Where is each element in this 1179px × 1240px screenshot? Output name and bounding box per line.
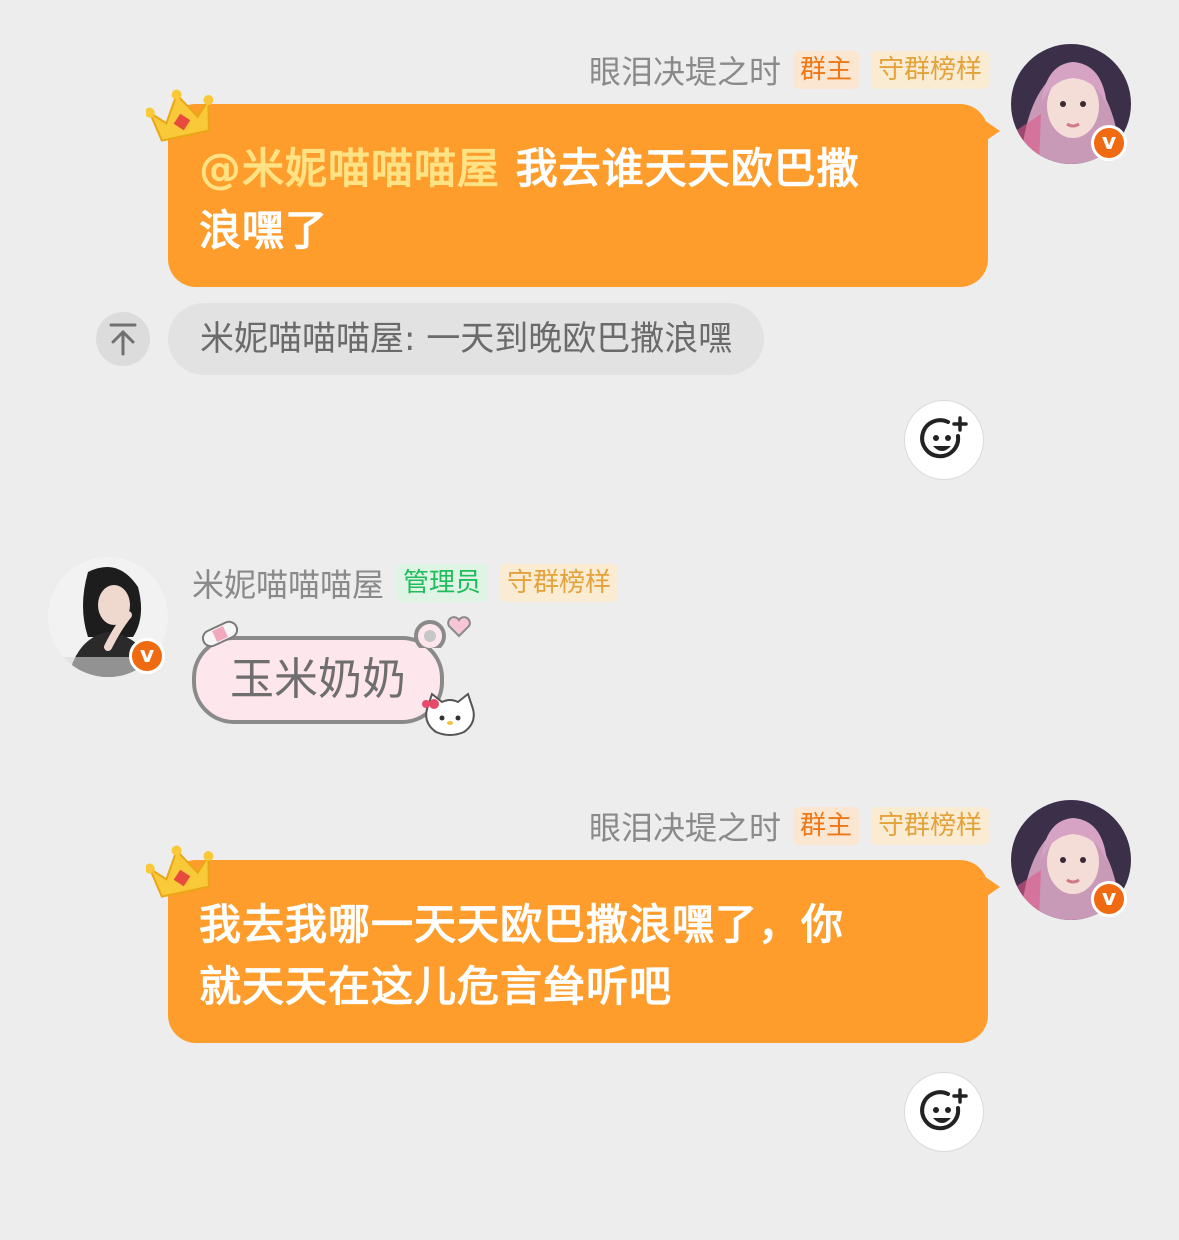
- add-reaction-button[interactable]: [904, 400, 984, 480]
- crown-icon: [146, 845, 214, 898]
- crown-icon: [146, 89, 214, 142]
- quote-text: 米妮喵喵喵屋: 一天到晚欧巴撒浪嘿: [200, 319, 733, 359]
- sender-name[interactable]: 眼泪决堤之时: [589, 47, 781, 93]
- verified-badge: v: [129, 638, 165, 674]
- quoted-message[interactable]: 米妮喵喵喵屋: 一天到晚欧巴撒浪嘿: [168, 303, 765, 375]
- message-text: 我去谁天天欧巴撒: [515, 144, 860, 193]
- guard-badge: 守群榜样: [870, 51, 989, 89]
- add-reaction-button[interactable]: [904, 1072, 984, 1152]
- message-text: 我去我哪一天天欧巴撒浪嘿了，你: [199, 900, 845, 949]
- sender-line: 米妮喵喵喵屋 管理员 守群榜样: [192, 560, 619, 606]
- add-emoji-icon: [920, 1088, 968, 1131]
- owner-badge: 群主: [792, 807, 859, 845]
- sender-line: 眼泪决堤之时 群主 守群榜样: [589, 47, 989, 93]
- message-bubble[interactable]: @米妮喵喵喵屋 我去谁天天欧巴撒 浪嘿了: [168, 104, 1000, 287]
- message-text: 就天天在这儿危言耸听吧: [199, 962, 673, 1011]
- sender-line: 眼泪决堤之时 群主 守群榜样: [589, 803, 989, 849]
- sender-name[interactable]: 眼泪决堤之时: [589, 803, 781, 849]
- message-text: 浪嘿了: [199, 206, 329, 255]
- add-emoji-icon: [920, 416, 968, 459]
- heart-icon: [447, 616, 471, 638]
- guard-badge: 守群榜样: [870, 807, 989, 845]
- bubble-tail: [984, 120, 1000, 142]
- guard-badge: 守群榜样: [500, 564, 619, 602]
- arrow-up-icon: [109, 323, 137, 356]
- jump-to-quote-button[interactable]: [96, 312, 150, 366]
- mention-link[interactable]: @米妮喵喵喵屋: [199, 144, 500, 193]
- owner-badge: 群主: [792, 51, 859, 89]
- bandage-icon: [201, 620, 239, 648]
- admin-badge: 管理员: [396, 564, 489, 602]
- sender-name[interactable]: 米妮喵喵喵屋: [192, 560, 384, 606]
- verified-icon: v: [139, 643, 155, 668]
- verified-badge: v: [1091, 125, 1127, 161]
- verified-badge: v: [1091, 881, 1127, 917]
- verified-icon: v: [1101, 886, 1117, 911]
- bear-ear-icon: [414, 620, 446, 648]
- bubble-tail: [984, 876, 1000, 898]
- sticker-text: 玉米奶奶: [230, 654, 406, 705]
- kitty-icon: [422, 692, 475, 736]
- message-bubble[interactable]: 我去我哪一天天欧巴撒浪嘿了，你 就天天在这儿危言耸听吧: [168, 860, 1000, 1043]
- verified-icon: v: [1101, 130, 1117, 155]
- message-text-line: @米妮喵喵喵屋 我去谁天天欧巴撒: [199, 138, 958, 200]
